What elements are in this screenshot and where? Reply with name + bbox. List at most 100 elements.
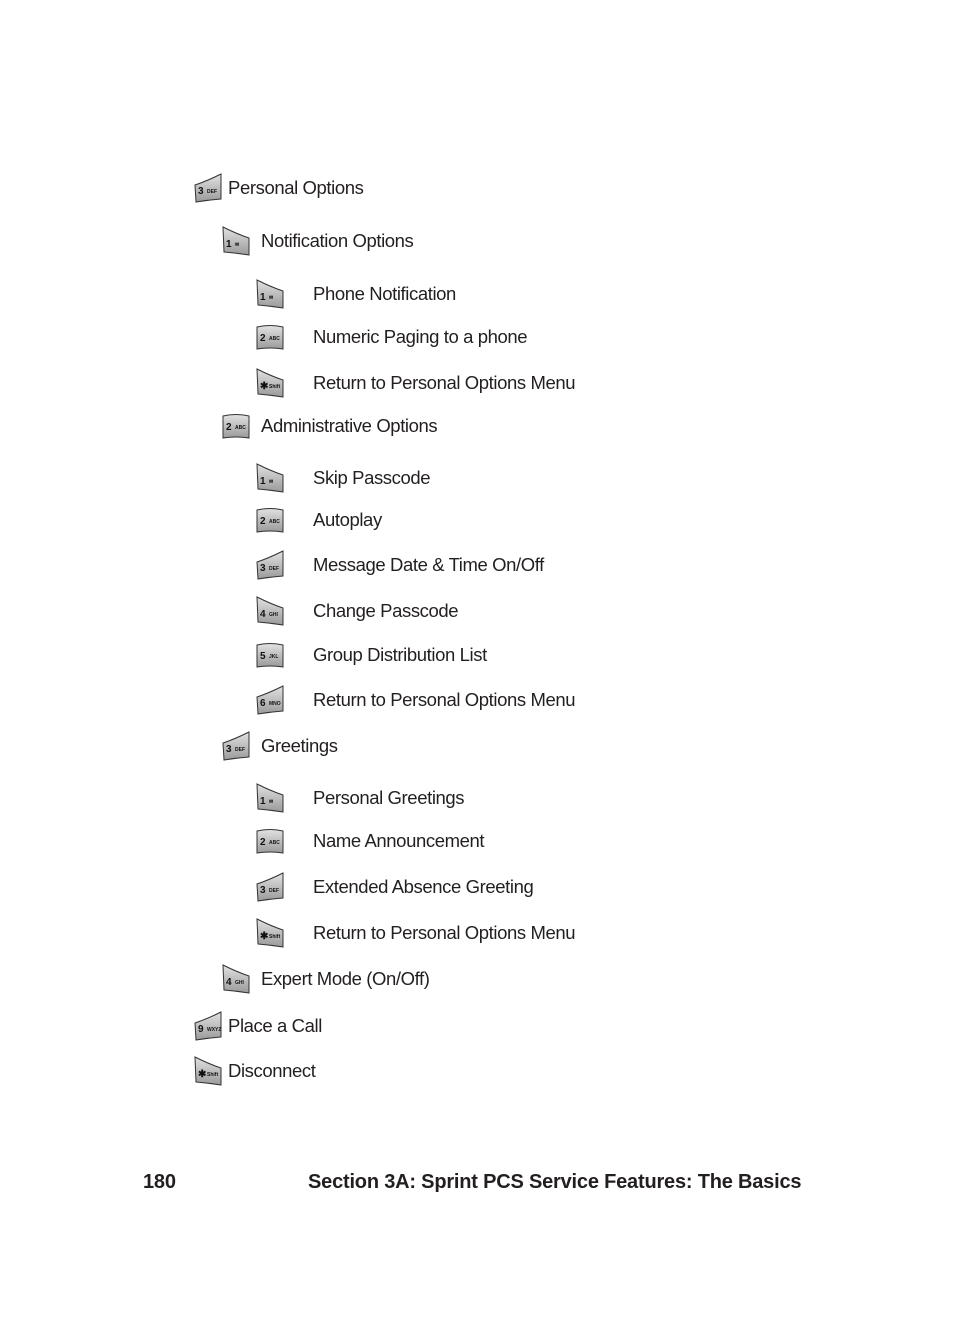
- key-letters: ABC: [235, 425, 246, 431]
- key-letters: Shift: [207, 1072, 219, 1078]
- menu-item: 2 ABC Numeric Paging to a phone: [255, 322, 528, 352]
- menu-item: ✱ Shift Return to Personal Options Menu: [255, 918, 576, 948]
- key-number: 3: [260, 885, 266, 896]
- menu-item-label: Phone Notification: [313, 283, 456, 304]
- menu-item: ✱ Shift Disconnect: [193, 1056, 316, 1086]
- key-number: 5: [260, 651, 266, 662]
- menu-item: 1 ✉ Phone Notification: [255, 279, 456, 309]
- menu-item-label: Disconnect: [228, 1060, 316, 1081]
- phone-key-4-icon: 4 GHI: [255, 596, 285, 626]
- phone-key-3-icon: 3 DEF: [255, 550, 285, 580]
- menu-item: 1 ✉ Skip Passcode: [255, 463, 431, 493]
- key-letters: DEF: [235, 747, 245, 753]
- menu-item: 4 GHI Expert Mode (On/Off): [221, 964, 430, 994]
- menu-item-label: Return to Personal Options Menu: [313, 689, 576, 710]
- key-number: 1: [226, 239, 232, 250]
- phone-key-1-icon: 1 ✉: [255, 463, 285, 493]
- phone-key-2-icon: 2 ABC: [255, 505, 285, 535]
- key-letters: ABC: [269, 336, 280, 342]
- key-letters: WXYZ: [207, 1027, 222, 1033]
- key-letters: JKL: [269, 654, 279, 660]
- phone-key-4-icon: 4 GHI: [221, 964, 251, 994]
- key-number: 1: [260, 292, 266, 303]
- phone-key-star-icon: ✱ Shift: [255, 918, 285, 948]
- menu-item-label: Return to Personal Options Menu: [313, 372, 576, 393]
- menu-item: 3 DEF Personal Options: [193, 173, 364, 203]
- menu-item-label: Administrative Options: [261, 415, 438, 436]
- key-number: 2: [226, 422, 232, 433]
- menu-item-label: Name Announcement: [313, 830, 485, 851]
- key-letters: Shift: [269, 934, 281, 940]
- menu-item: ✱ Shift Return to Personal Options Menu: [255, 368, 576, 398]
- phone-key-3-icon: 3 DEF: [193, 173, 223, 203]
- key-number: 3: [198, 186, 204, 197]
- key-number: 1: [260, 796, 266, 807]
- key-number: 3: [260, 563, 266, 574]
- menu-item-label: Autoplay: [313, 509, 382, 530]
- menu-item: 3 DEF Extended Absence Greeting: [255, 872, 534, 902]
- menu-item-label: Skip Passcode: [313, 467, 431, 488]
- phone-key-star-icon: ✱ Shift: [255, 368, 285, 398]
- key-letters: DEF: [269, 566, 279, 572]
- menu-item-label: Greetings: [261, 735, 338, 756]
- phone-key-1-icon: 1 ✉: [221, 226, 251, 256]
- key-letters: DEF: [269, 888, 279, 894]
- page-number: 180: [143, 1171, 176, 1193]
- key-number: ✱: [260, 381, 269, 392]
- phone-key-star-icon: ✱ Shift: [193, 1056, 223, 1086]
- menu-item: 1 ✉ Personal Greetings: [255, 783, 465, 813]
- phone-key-6-icon: 6 MNO: [255, 685, 285, 715]
- key-letters: ABC: [269, 840, 280, 846]
- menu-item: 9 WXYZ Place a Call: [193, 1011, 322, 1041]
- key-letters: MNO: [269, 701, 281, 707]
- key-letters: GHI: [235, 980, 244, 986]
- key-letters: GHI: [269, 612, 278, 618]
- menu-item: 1 ✉ Notification Options: [221, 226, 414, 256]
- key-number: 2: [260, 333, 266, 344]
- menu-item-label: Change Passcode: [313, 600, 459, 621]
- phone-key-1-icon: 1 ✉: [255, 783, 285, 813]
- menu-item: 6 MNO Return to Personal Options Menu: [255, 685, 576, 715]
- menu-item: 3 DEF Greetings: [221, 731, 338, 761]
- menu-item: 2 ABC Administrative Options: [221, 411, 438, 441]
- key-letters: ✉: [235, 242, 240, 248]
- phone-key-2-icon: 2 ABC: [255, 826, 285, 856]
- key-letters: ✉: [269, 295, 274, 301]
- key-number: 3: [226, 744, 232, 755]
- phone-key-5-icon: 5 JKL: [255, 640, 285, 670]
- menu-item-label: Return to Personal Options Menu: [313, 922, 576, 943]
- key-number: 2: [260, 837, 266, 848]
- key-number: 1: [260, 476, 266, 487]
- phone-key-9-icon: 9 WXYZ: [193, 1011, 223, 1041]
- key-letters: ✉: [269, 479, 274, 485]
- menu-item-label: Notification Options: [261, 230, 414, 251]
- phone-key-3-icon: 3 DEF: [255, 872, 285, 902]
- key-number: 4: [226, 977, 232, 988]
- menu-item: 4 GHI Change Passcode: [255, 596, 459, 626]
- menu-item-label: Expert Mode (On/Off): [261, 968, 430, 989]
- section-title: Section 3A: Sprint PCS Service Features:…: [308, 1171, 802, 1193]
- menu-item: 2 ABC Autoplay: [255, 505, 382, 535]
- menu-item-label: Group Distribution List: [313, 644, 487, 665]
- menu-item-label: Message Date & Time On/Off: [313, 554, 544, 575]
- menu-item: 3 DEF Message Date & Time On/Off: [255, 550, 544, 580]
- menu-item: 2 ABC Name Announcement: [255, 826, 485, 856]
- key-letters: DEF: [207, 189, 217, 195]
- key-number: ✱: [198, 1069, 207, 1080]
- key-number: 9: [198, 1024, 204, 1035]
- phone-key-2-icon: 2 ABC: [255, 322, 285, 352]
- key-number: 4: [260, 609, 266, 620]
- key-letters: ✉: [269, 799, 274, 805]
- key-letters: Shift: [269, 384, 281, 390]
- menu-item-label: Personal Greetings: [313, 787, 465, 808]
- key-number: 2: [260, 516, 266, 527]
- key-number: ✱: [260, 931, 269, 942]
- menu-item-label: Numeric Paging to a phone: [313, 326, 528, 347]
- phone-key-2-icon: 2 ABC: [221, 411, 251, 441]
- menu-item-label: Place a Call: [228, 1015, 322, 1036]
- menu-item-label: Personal Options: [228, 177, 364, 198]
- key-number: 6: [260, 698, 266, 709]
- phone-key-1-icon: 1 ✉: [255, 279, 285, 309]
- key-letters: ABC: [269, 519, 280, 525]
- menu-item-label: Extended Absence Greeting: [313, 876, 534, 897]
